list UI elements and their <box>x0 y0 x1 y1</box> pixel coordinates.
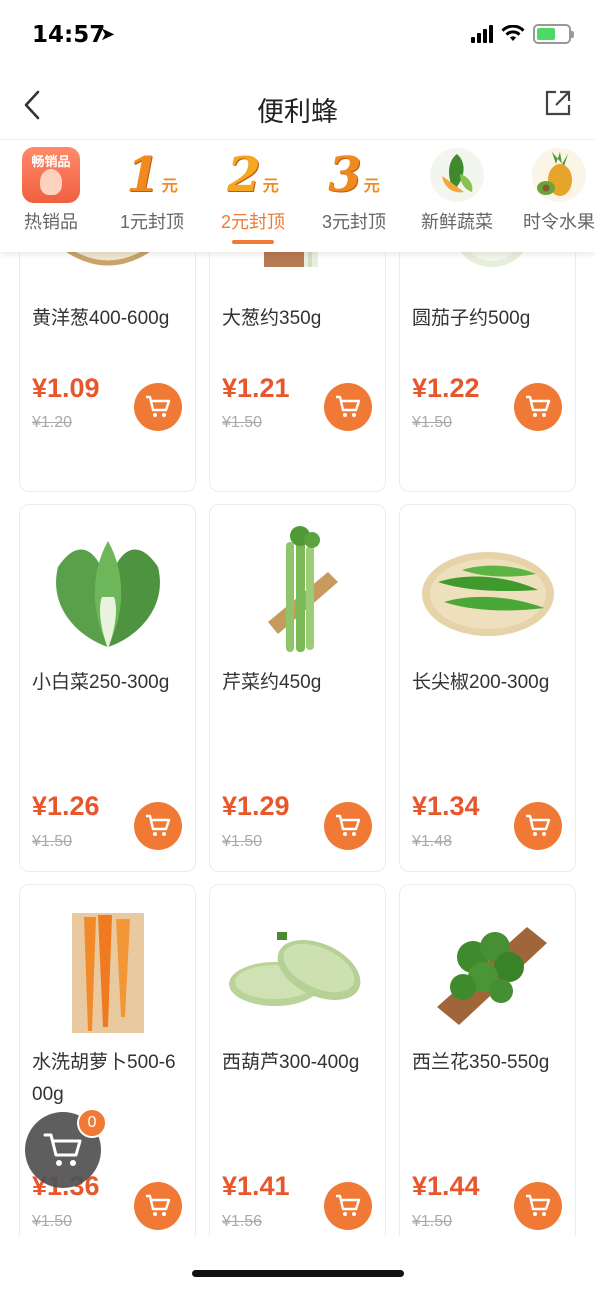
product-original-price: ¥1.20 <box>32 414 73 431</box>
add-to-cart-button[interactable] <box>324 802 372 850</box>
vegetables-icon <box>427 146 487 204</box>
tab-one-yuan[interactable]: 1元 1元封顶 <box>103 146 201 246</box>
wifi-icon <box>501 25 525 41</box>
location-arrow-icon: ➤ <box>100 24 116 44</box>
long-pepper-image <box>400 505 575 665</box>
add-to-cart-button[interactable] <box>324 1182 372 1230</box>
product-price: ¥1.09 <box>32 373 100 403</box>
shopping-cart-icon <box>526 814 551 836</box>
product-name: 小白菜250-300g <box>32 672 170 693</box>
product-original-price: ¥1.50 <box>412 1213 453 1230</box>
tab-hot-sale[interactable]: 畅销品 热销品 <box>2 146 100 246</box>
product-name: 黄洋葱400-600g <box>32 308 170 329</box>
bok-choy-image <box>20 505 195 665</box>
share-external-icon[interactable] <box>543 88 573 118</box>
add-to-cart-button[interactable] <box>514 1182 562 1230</box>
product-card[interactable]: 西兰花350-550g ¥1.44 ¥1.50 <box>399 884 576 1236</box>
tab-label: 1元封顶 <box>119 212 184 232</box>
product-name: 西葫芦300-400g <box>222 1052 360 1073</box>
product-original-price: ¥1.50 <box>222 833 263 850</box>
category-tabs: 畅销品 热销品 1元 1元封顶 2元 2元封顶 3元 3元封顶 新鲜蔬菜 时令水… <box>0 140 595 252</box>
shopping-cart-icon <box>526 395 551 417</box>
shopping-cart-icon <box>146 814 171 836</box>
product-card[interactable]: 西葫芦300-400g ¥1.41 ¥1.56 <box>209 884 386 1236</box>
product-card[interactable]: 黄洋葱400-600g ¥1.09 ¥1.20 <box>19 226 196 492</box>
tab-label: 3元封顶 <box>321 212 386 232</box>
home-indicator <box>192 1270 404 1277</box>
product-name: 长尖椒200-300g <box>412 672 550 693</box>
shopping-cart-icon <box>146 1194 171 1216</box>
product-original-price: ¥1.50 <box>412 414 453 431</box>
carrot-image <box>20 885 195 1045</box>
one-yuan-icon: 1元 <box>126 147 178 203</box>
tab-label: 2元封顶 <box>220 212 285 232</box>
tab-label: 新鲜蔬菜 <box>421 212 493 232</box>
add-to-cart-button[interactable] <box>134 802 182 850</box>
status-time: 14:57 <box>32 22 106 48</box>
product-grid: 黄洋葱400-600g ¥1.09 ¥1.20 大葱约350g ¥1.21 ¥1… <box>19 226 577 1236</box>
cellular-signal-icon <box>471 25 493 43</box>
product-price: ¥1.21 <box>222 373 290 403</box>
shopping-cart-icon <box>336 395 361 417</box>
product-price: ¥1.29 <box>222 791 290 821</box>
product-price: ¥1.34 <box>412 791 480 821</box>
product-card[interactable]: 小白菜250-300g ¥1.26 ¥1.50 <box>19 504 196 872</box>
celery-image <box>210 505 385 665</box>
tab-fruit[interactable]: 时令水果 <box>510 146 595 246</box>
floating-cart-button[interactable]: 0 <box>25 1108 107 1188</box>
product-name: 西兰花350-550g <box>412 1052 550 1073</box>
two-yuan-icon: 2元 <box>227 147 279 203</box>
three-yuan-icon: 3元 <box>328 147 380 203</box>
hot-sale-icon: 畅销品 <box>21 146 81 204</box>
add-to-cart-button[interactable] <box>134 1182 182 1230</box>
product-name: 水洗胡萝卜500-600g <box>32 1052 176 1105</box>
add-to-cart-button[interactable] <box>324 383 372 431</box>
shopping-cart-icon <box>526 1194 551 1216</box>
nav-bar: 便利蜂 <box>0 70 595 140</box>
shopping-cart-icon <box>43 1133 82 1166</box>
cart-count-badge: 0 <box>77 1108 107 1138</box>
product-original-price: ¥1.50 <box>222 414 263 431</box>
product-card[interactable]: 长尖椒200-300g ¥1.34 ¥1.48 <box>399 504 576 872</box>
tab-two-yuan[interactable]: 2元 2元封顶 <box>204 146 302 246</box>
product-original-price: ¥1.50 <box>32 833 73 850</box>
status-icons <box>471 24 574 44</box>
product-price: ¥1.22 <box>412 373 480 403</box>
product-card[interactable]: 圆茄子约500g ¥1.22 ¥1.50 <box>399 226 576 492</box>
product-original-price: ¥1.56 <box>222 1213 263 1230</box>
status-bar: 14:57 ➤ <box>0 0 595 70</box>
product-card[interactable]: 大葱约350g ¥1.21 ¥1.50 <box>209 226 386 492</box>
product-name: 圆茄子约500g <box>412 308 531 329</box>
tab-label: 热销品 <box>24 212 78 232</box>
shopping-cart-icon <box>146 395 171 417</box>
broccoli-image <box>400 885 575 1045</box>
add-to-cart-button[interactable] <box>514 383 562 431</box>
product-original-price: ¥1.48 <box>412 833 453 850</box>
tab-vegetables[interactable]: 新鲜蔬菜 <box>408 146 506 246</box>
tab-label: 时令水果 <box>523 212 595 232</box>
add-to-cart-button[interactable] <box>134 383 182 431</box>
battery-charging-icon <box>533 24 574 44</box>
product-price: ¥1.26 <box>32 791 100 821</box>
product-price: ¥1.41 <box>222 1171 290 1201</box>
product-name: 芹菜约450g <box>222 672 322 693</box>
active-tab-indicator <box>232 240 274 244</box>
product-original-price: ¥1.50 <box>32 1213 73 1230</box>
tab-three-yuan[interactable]: 3元 3元封顶 <box>305 146 403 246</box>
shopping-cart-icon <box>336 814 361 836</box>
product-name: 大葱约350g <box>222 308 322 329</box>
page-title: 便利蜂 <box>257 97 338 127</box>
product-card[interactable]: 芹菜约450g ¥1.29 ¥1.50 <box>209 504 386 872</box>
add-to-cart-button[interactable] <box>514 802 562 850</box>
product-price: ¥1.44 <box>412 1171 480 1201</box>
shopping-cart-icon <box>336 1194 361 1216</box>
fruit-icon <box>529 146 589 204</box>
zucchini-image <box>210 885 385 1045</box>
